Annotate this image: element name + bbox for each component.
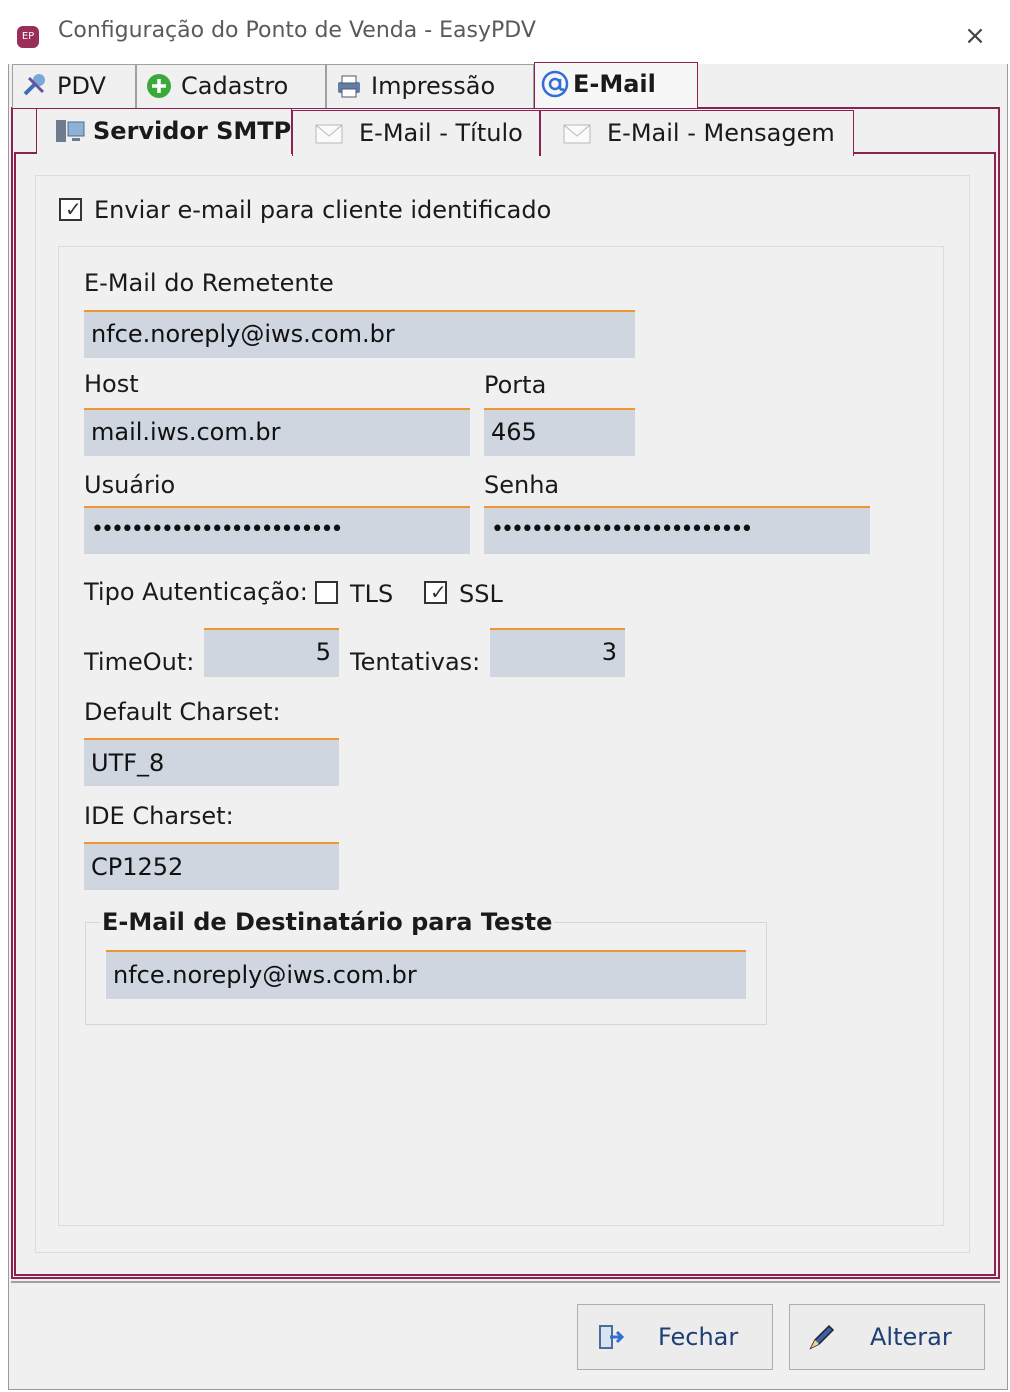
sender-email-field[interactable]: nfce.noreply@iws.com.br — [84, 310, 635, 358]
tab-impressao[interactable]: Impressão — [326, 64, 534, 108]
host-label: Host — [84, 370, 139, 398]
tab-servidor-smtp[interactable]: Servidor SMTP — [36, 108, 292, 154]
timeout-field[interactable]: 5 — [204, 628, 339, 677]
password-field[interactable]: •••••••••••••••••••••••••• — [484, 506, 870, 554]
tab-email-mensagem[interactable]: E-Mail - Mensagem — [540, 110, 854, 156]
at-icon — [541, 70, 569, 98]
test-recipient-field[interactable]: nfce.noreply@iws.com.br — [106, 950, 746, 999]
send-email-checkbox[interactable]: ✓ — [59, 198, 82, 221]
window-title: Configuração do Ponto de Venda - EasyPDV — [58, 18, 536, 43]
tab-label: Impressão — [371, 72, 496, 100]
close-button-label: Fechar — [658, 1323, 739, 1351]
sender-email-label: E-Mail do Remetente — [84, 269, 334, 297]
test-recipient-label: E-Mail de Destinatário para Teste — [100, 908, 555, 936]
close-button[interactable]: Fechar — [577, 1304, 773, 1370]
change-button[interactable]: Alterar — [789, 1304, 985, 1370]
tools-icon — [23, 74, 45, 96]
envelope-icon — [315, 124, 343, 144]
default-charset-label: Default Charset: — [84, 698, 281, 726]
exit-door-icon — [599, 1325, 624, 1349]
server-icon — [56, 120, 85, 142]
ssl-checkbox[interactable]: ✓ — [424, 581, 447, 604]
close-icon: × — [964, 21, 986, 51]
attempts-label: Tentativas: — [350, 648, 481, 676]
add-icon — [147, 74, 171, 98]
ide-charset-label: IDE Charset: — [84, 802, 234, 830]
envelope-icon — [563, 124, 591, 144]
send-email-label: Enviar e-mail para cliente identificado — [94, 196, 552, 224]
tls-checkbox[interactable] — [315, 581, 338, 604]
app-logo-icon: EP — [17, 26, 39, 48]
user-label: Usuário — [84, 471, 176, 499]
ide-charset-field[interactable]: CP1252 — [84, 842, 339, 890]
auth-type-label: Tipo Autenticação: — [84, 578, 308, 606]
ssl-label: SSL — [459, 580, 503, 608]
tls-label: TLS — [350, 580, 394, 608]
tab-label: Servidor SMTP — [93, 117, 292, 145]
checkmark-icon: ✓ — [65, 197, 82, 221]
port-label: Porta — [484, 371, 547, 399]
tab-label: Cadastro — [181, 72, 289, 100]
divider — [11, 1279, 1000, 1283]
tab-email-titulo[interactable]: E-Mail - Título — [292, 110, 540, 156]
timeout-label: TimeOut: — [84, 648, 195, 676]
tab-pdv[interactable]: PDV — [12, 64, 136, 108]
tab-email[interactable]: E-Mail — [534, 62, 698, 108]
password-label: Senha — [484, 471, 560, 499]
printer-icon — [338, 75, 360, 98]
checkmark-icon: ✓ — [430, 580, 447, 604]
attempts-field[interactable]: 3 — [490, 628, 625, 677]
tab-label: E-Mail - Título — [359, 119, 523, 147]
user-field[interactable]: ••••••••••••••••••••••••• — [84, 506, 470, 554]
tab-label: E-Mail - Mensagem — [607, 119, 835, 147]
close-window-button[interactable]: × — [955, 18, 995, 58]
tab-label: PDV — [57, 72, 106, 100]
default-charset-field[interactable]: UTF_8 — [84, 738, 339, 786]
tab-label: E-Mail — [573, 70, 656, 98]
pen-icon — [809, 1324, 835, 1350]
host-field[interactable]: mail.iws.com.br — [84, 408, 470, 456]
tab-cadastro[interactable]: Cadastro — [136, 64, 326, 108]
change-button-label: Alterar — [870, 1323, 952, 1351]
port-field[interactable]: 465 — [484, 408, 635, 456]
